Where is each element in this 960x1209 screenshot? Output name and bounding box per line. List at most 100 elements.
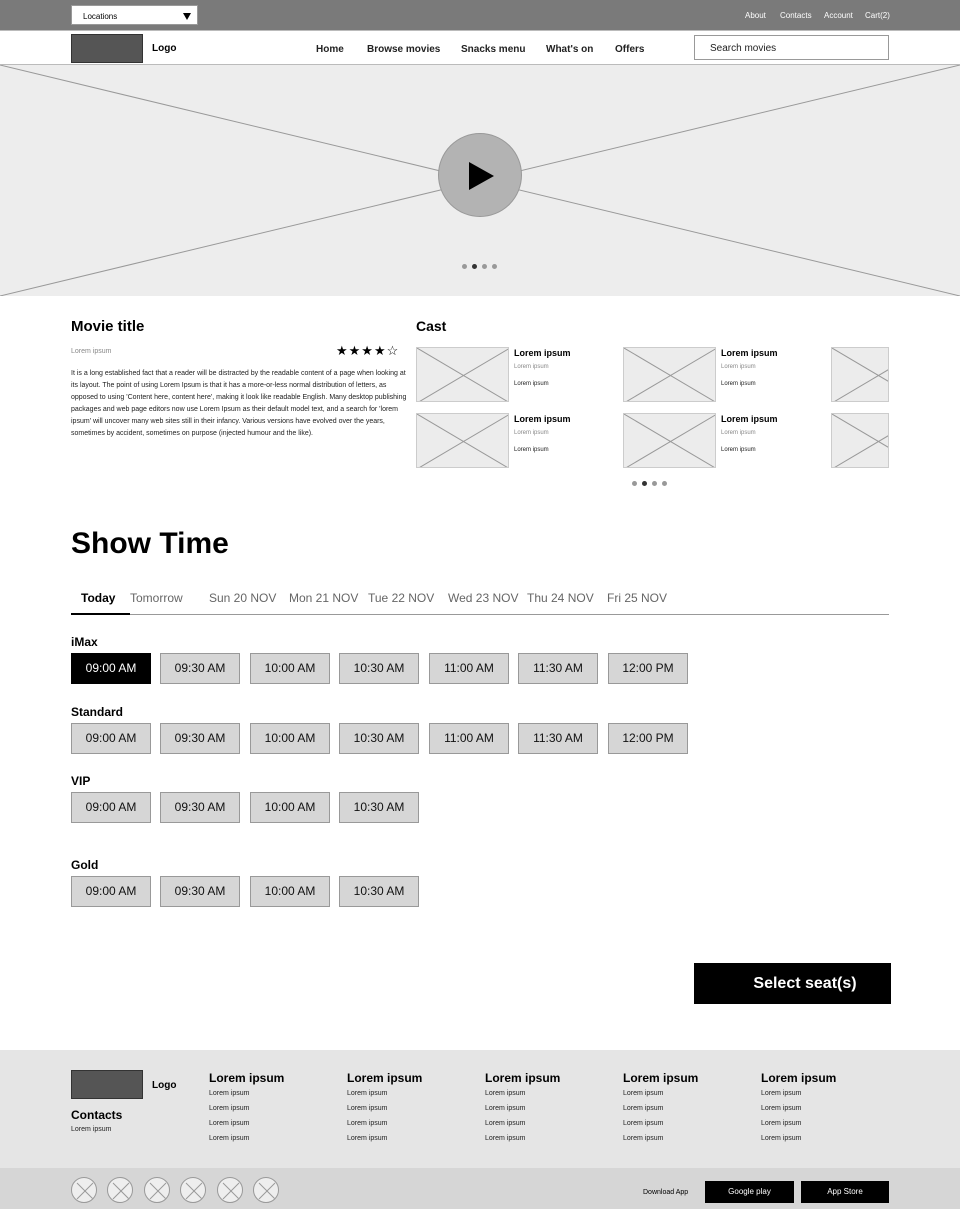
- footer-contacts-text: Lorem ipsum: [71, 1126, 112, 1133]
- showtime-button[interactable]: 11:30 AM: [518, 723, 598, 754]
- showtime-button[interactable]: 09:30 AM: [160, 876, 240, 907]
- footer-link[interactable]: Lorem ipsum: [209, 1135, 249, 1142]
- showtime-button[interactable]: 09:30 AM: [160, 723, 240, 754]
- footer-link[interactable]: Lorem ipsum: [209, 1090, 249, 1097]
- social-icon-6[interactable]: [253, 1177, 279, 1203]
- footer-link[interactable]: Lorem ipsum: [623, 1120, 663, 1127]
- tab-tomorrow[interactable]: Tomorrow: [130, 591, 183, 605]
- hero-video[interactable]: [0, 65, 960, 296]
- footer-column-title: Lorem ipsum: [209, 1071, 285, 1085]
- footer-link[interactable]: Lorem ipsum: [761, 1090, 801, 1097]
- footer-link[interactable]: Lorem ipsum: [347, 1090, 387, 1097]
- tab-mon-21-nov[interactable]: Mon 21 NOV: [289, 591, 358, 605]
- showtime-button[interactable]: 09:30 AM: [160, 653, 240, 684]
- cast-name[interactable]: Lorem ipsum: [514, 414, 571, 424]
- search-input[interactable]: Search movies: [694, 35, 889, 60]
- showtime-button[interactable]: 09:30 AM: [160, 792, 240, 823]
- contacts-link[interactable]: Contacts: [780, 11, 812, 20]
- footer-link[interactable]: Lorem ipsum: [485, 1105, 525, 1112]
- showtime-button[interactable]: 09:00 AM: [71, 876, 151, 907]
- footer-link[interactable]: Lorem ipsum: [347, 1135, 387, 1142]
- cast-sub: Lorem ipsum: [514, 447, 549, 453]
- footer-link[interactable]: Lorem ipsum: [623, 1105, 663, 1112]
- footer-link[interactable]: Lorem ipsum: [485, 1090, 525, 1097]
- locations-dropdown[interactable]: Locations: [71, 5, 198, 25]
- tab-wed-23-nov[interactable]: Wed 23 NOV: [448, 591, 518, 605]
- footer-link[interactable]: Lorem ipsum: [485, 1120, 525, 1127]
- tier-label-standard: Standard: [71, 705, 124, 719]
- tab-today[interactable]: Today: [81, 591, 115, 605]
- showtime-button[interactable]: 09:00 AM: [71, 792, 151, 823]
- cast-name[interactable]: Lorem ipsum: [721, 414, 778, 424]
- footer-contacts-title: Contacts: [71, 1108, 123, 1122]
- showtime-button[interactable]: 10:30 AM: [339, 723, 419, 754]
- tab-thu-24-nov[interactable]: Thu 24 NOV: [527, 591, 594, 605]
- showtime-button[interactable]: 09:00 AM: [71, 723, 151, 754]
- logo-text[interactable]: Logo: [152, 43, 176, 54]
- cast-photo: [416, 413, 509, 468]
- showtime-button[interactable]: 10:00 AM: [250, 723, 330, 754]
- showtime-button[interactable]: 11:00 AM: [429, 723, 509, 754]
- tab-fri-25-nov[interactable]: Fri 25 NOV: [607, 591, 667, 605]
- cast-dot-2[interactable]: [642, 481, 647, 486]
- cast-photo: [623, 347, 716, 402]
- social-icon-3[interactable]: [144, 1177, 170, 1203]
- footer-column-title: Lorem ipsum: [761, 1071, 837, 1085]
- nav-snacks-menu[interactable]: Snacks menu: [461, 44, 525, 55]
- tab-sun-20-nov[interactable]: Sun 20 NOV: [209, 591, 276, 605]
- hero-dot-2[interactable]: [472, 264, 477, 269]
- select-seats-button[interactable]: Select seat(s): [694, 963, 891, 1004]
- showtime-button[interactable]: 11:00 AM: [429, 653, 509, 684]
- cast-dot-1[interactable]: [632, 481, 637, 486]
- showtime-button[interactable]: 10:00 AM: [250, 792, 330, 823]
- movie-description: It is a long established fact that a rea…: [71, 370, 407, 437]
- social-icon-5[interactable]: [217, 1177, 243, 1203]
- social-icon-1[interactable]: [71, 1177, 97, 1203]
- social-icon-2[interactable]: [107, 1177, 133, 1203]
- cast-role: Lorem ipsum: [721, 430, 756, 436]
- footer-link[interactable]: Lorem ipsum: [347, 1120, 387, 1127]
- footer-link[interactable]: Lorem ipsum: [209, 1120, 249, 1127]
- cast-name[interactable]: Lorem ipsum: [721, 348, 778, 358]
- play-button[interactable]: [438, 133, 522, 217]
- nav-offers[interactable]: Offers: [615, 44, 644, 55]
- social-icon-4[interactable]: [180, 1177, 206, 1203]
- showtime-button[interactable]: 10:30 AM: [339, 792, 419, 823]
- logo-image[interactable]: [71, 34, 143, 63]
- showtime-button[interactable]: 10:00 AM: [250, 876, 330, 907]
- showtime-button[interactable]: 10:30 AM: [339, 653, 419, 684]
- hero-dot-4[interactable]: [492, 264, 497, 269]
- footer-link[interactable]: Lorem ipsum: [347, 1105, 387, 1112]
- account-link[interactable]: Account: [824, 11, 853, 20]
- cast-sub: Lorem ipsum: [721, 447, 756, 453]
- search-placeholder: Search movies: [710, 43, 777, 54]
- footer-logo-image[interactable]: [71, 1070, 143, 1099]
- nav-whats-on[interactable]: What's on: [546, 44, 593, 55]
- hero-dot-3[interactable]: [482, 264, 487, 269]
- showtime-button[interactable]: 12:00 PM: [608, 653, 688, 684]
- app-store-button[interactable]: App Store: [801, 1181, 889, 1203]
- footer-link[interactable]: Lorem ipsum: [761, 1120, 801, 1127]
- footer-logo-text[interactable]: Logo: [152, 1080, 176, 1091]
- footer-link[interactable]: Lorem ipsum: [761, 1135, 801, 1142]
- showtime-button[interactable]: 12:00 PM: [608, 723, 688, 754]
- footer-link[interactable]: Lorem ipsum: [761, 1105, 801, 1112]
- footer-link[interactable]: Lorem ipsum: [485, 1135, 525, 1142]
- hero-dot-1[interactable]: [462, 264, 467, 269]
- showtime-button[interactable]: 09:00 AM: [71, 653, 151, 684]
- footer-link[interactable]: Lorem ipsum: [623, 1090, 663, 1097]
- cast-dot-4[interactable]: [662, 481, 667, 486]
- footer-link[interactable]: Lorem ipsum: [623, 1135, 663, 1142]
- cast-name[interactable]: Lorem ipsum: [514, 348, 571, 358]
- cart-link[interactable]: Cart(2): [865, 11, 890, 20]
- cast-dot-3[interactable]: [652, 481, 657, 486]
- nav-home[interactable]: Home: [316, 44, 344, 55]
- showtime-button[interactable]: 11:30 AM: [518, 653, 598, 684]
- nav-browse-movies[interactable]: Browse movies: [367, 44, 440, 55]
- tab-tue-22-nov[interactable]: Tue 22 NOV: [368, 591, 434, 605]
- google-play-button[interactable]: Google play: [705, 1181, 794, 1203]
- showtime-button[interactable]: 10:00 AM: [250, 653, 330, 684]
- footer-link[interactable]: Lorem ipsum: [209, 1105, 249, 1112]
- showtime-button[interactable]: 10:30 AM: [339, 876, 419, 907]
- about-link[interactable]: About: [745, 11, 766, 20]
